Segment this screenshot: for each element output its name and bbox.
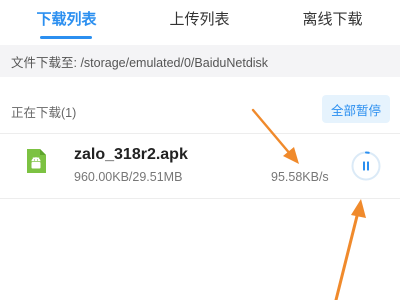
pause-icon[interactable] [350, 150, 382, 182]
download-row[interactable] [0, 135, 400, 197]
pause-all-button[interactable]: 全部暂停 [322, 95, 390, 123]
downloading-count-label: 正在下载(1) [11, 106, 77, 120]
tab-offline-download[interactable]: 离线下载 [266, 0, 399, 36]
arrowhead-icon [351, 199, 366, 218]
tab-upload-list[interactable]: 上传列表 [133, 0, 266, 36]
download-path-bar: 文件下载至: /storage/emulated/0/BaiduNetdisk [0, 45, 400, 77]
divider [0, 198, 400, 199]
active-tab-indicator [40, 36, 92, 39]
download-path-text: 文件下载至: /storage/emulated/0/BaiduNetdisk [11, 55, 269, 70]
annotation-arrow [334, 210, 360, 300]
android-apk-icon [27, 149, 46, 173]
download-speed: 95.58KB/s [271, 170, 329, 184]
tab-download-list[interactable]: 下载列表 [0, 0, 133, 36]
file-size: 960.00KB/29.51MB [74, 170, 183, 184]
file-name: zalo_318r2.apk [74, 146, 188, 163]
tab-bar: 下载列表 上传列表 离线下载 [0, 0, 400, 39]
divider [0, 133, 400, 134]
